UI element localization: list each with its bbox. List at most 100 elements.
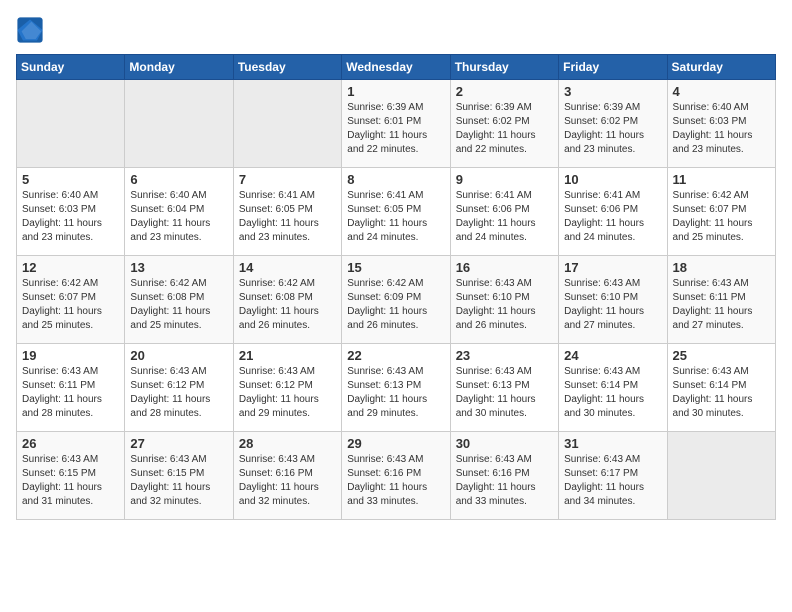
day-info: Sunrise: 6:41 AM Sunset: 6:05 PM Dayligh… bbox=[239, 189, 336, 245]
day-info: Sunrise: 6:43 AM Sunset: 6:15 PM Dayligh… bbox=[130, 453, 227, 509]
day-info: Sunrise: 6:43 AM Sunset: 6:17 PM Dayligh… bbox=[564, 453, 661, 509]
calendar-cell: 7 Sunrise: 6:41 AM Sunset: 6:05 PM Daylig… bbox=[233, 168, 341, 256]
weekday-header-friday: Friday bbox=[559, 55, 667, 80]
day-info: Sunrise: 6:43 AM Sunset: 6:12 PM Dayligh… bbox=[239, 365, 336, 421]
day-number: 12 bbox=[22, 260, 119, 275]
calendar-cell: 12 Sunrise: 6:42 AM Sunset: 6:07 PM Dayli… bbox=[17, 256, 125, 344]
calendar-week-5: 26 Sunrise: 6:43 AM Sunset: 6:15 PM Dayli… bbox=[17, 432, 776, 520]
page-header bbox=[16, 16, 776, 44]
day-info: Sunrise: 6:40 AM Sunset: 6:03 PM Dayligh… bbox=[22, 189, 119, 245]
day-info: Sunrise: 6:43 AM Sunset: 6:11 PM Dayligh… bbox=[22, 365, 119, 421]
logo bbox=[16, 16, 48, 44]
day-number: 16 bbox=[456, 260, 553, 275]
calendar-cell: 9Sunrise: 6:41 AM Sunset: 6:06 PM Daylig… bbox=[450, 168, 558, 256]
day-info: Sunrise: 6:42 AM Sunset: 6:07 PM Dayligh… bbox=[673, 189, 770, 245]
calendar-cell: 21Sunrise: 6:43 AM Sunset: 6:12 PM Dayli… bbox=[233, 344, 341, 432]
weekday-header-thursday: Thursday bbox=[450, 55, 558, 80]
day-number: 24 bbox=[564, 348, 661, 363]
weekday-header-monday: Monday bbox=[125, 55, 233, 80]
calendar-table: SundayMondayTuesdayWednesdayThursdayFrid… bbox=[16, 54, 776, 520]
day-number: 2 bbox=[456, 84, 553, 99]
day-number: 10 bbox=[564, 172, 661, 187]
day-number: 1 bbox=[347, 84, 444, 99]
calendar-cell: 13Sunrise: 6:42 AM Sunset: 6:08 PM Dayli… bbox=[125, 256, 233, 344]
day-number: 14 bbox=[239, 260, 336, 275]
calendar-cell: 18 Sunrise: 6:43 AM Sunset: 6:11 PM Dayli… bbox=[667, 256, 775, 344]
calendar-week-1: 1 Sunrise: 6:39 AM Sunset: 6:01 PM Daylig… bbox=[17, 80, 776, 168]
day-info: Sunrise: 6:43 AM Sunset: 6:13 PM Dayligh… bbox=[347, 365, 444, 421]
calendar-cell: 16 Sunrise: 6:43 AM Sunset: 6:10 PM Dayli… bbox=[450, 256, 558, 344]
day-info: Sunrise: 6:40 AM Sunset: 6:04 PM Dayligh… bbox=[130, 189, 227, 245]
day-info: Sunrise: 6:42 AM Sunset: 6:09 PM Dayligh… bbox=[347, 277, 444, 333]
day-number: 18 bbox=[673, 260, 770, 275]
day-info: Sunrise: 6:43 AM Sunset: 6:11 PM Dayligh… bbox=[673, 277, 770, 333]
day-info: Sunrise: 6:43 AM Sunset: 6:10 PM Dayligh… bbox=[456, 277, 553, 333]
calendar-cell: 23 Sunrise: 6:43 AM Sunset: 6:13 PM Dayli… bbox=[450, 344, 558, 432]
calendar-cell: 11 Sunrise: 6:42 AM Sunset: 6:07 PM Dayli… bbox=[667, 168, 775, 256]
day-number: 29 bbox=[347, 436, 444, 451]
calendar-cell: 27Sunrise: 6:43 AM Sunset: 6:15 PM Dayli… bbox=[125, 432, 233, 520]
day-info: Sunrise: 6:42 AM Sunset: 6:08 PM Dayligh… bbox=[239, 277, 336, 333]
day-number: 20 bbox=[130, 348, 227, 363]
calendar-cell: 17Sunrise: 6:43 AM Sunset: 6:10 PM Dayli… bbox=[559, 256, 667, 344]
calendar-cell: 20Sunrise: 6:43 AM Sunset: 6:12 PM Dayli… bbox=[125, 344, 233, 432]
day-info: Sunrise: 6:43 AM Sunset: 6:13 PM Dayligh… bbox=[456, 365, 553, 421]
calendar-cell: 26 Sunrise: 6:43 AM Sunset: 6:15 PM Dayli… bbox=[17, 432, 125, 520]
day-info: Sunrise: 6:39 AM Sunset: 6:02 PM Dayligh… bbox=[456, 101, 553, 157]
calendar-cell: 1 Sunrise: 6:39 AM Sunset: 6:01 PM Daylig… bbox=[342, 80, 450, 168]
day-number: 30 bbox=[456, 436, 553, 451]
day-number: 11 bbox=[673, 172, 770, 187]
logo-icon bbox=[16, 16, 44, 44]
day-number: 3 bbox=[564, 84, 661, 99]
calendar-cell: 4Sunrise: 6:40 AM Sunset: 6:03 PM Daylig… bbox=[667, 80, 775, 168]
day-number: 13 bbox=[130, 260, 227, 275]
day-number: 25 bbox=[673, 348, 770, 363]
day-info: Sunrise: 6:39 AM Sunset: 6:02 PM Dayligh… bbox=[564, 101, 661, 157]
day-number: 28 bbox=[239, 436, 336, 451]
day-number: 22 bbox=[347, 348, 444, 363]
calendar-body: 1 Sunrise: 6:39 AM Sunset: 6:01 PM Daylig… bbox=[17, 80, 776, 520]
day-info: Sunrise: 6:43 AM Sunset: 6:15 PM Dayligh… bbox=[22, 453, 119, 509]
day-info: Sunrise: 6:41 AM Sunset: 6:05 PM Dayligh… bbox=[347, 189, 444, 245]
day-number: 8 bbox=[347, 172, 444, 187]
day-number: 4 bbox=[673, 84, 770, 99]
day-info: Sunrise: 6:43 AM Sunset: 6:14 PM Dayligh… bbox=[673, 365, 770, 421]
calendar-cell bbox=[667, 432, 775, 520]
calendar-cell: 30 Sunrise: 6:43 AM Sunset: 6:16 PM Dayli… bbox=[450, 432, 558, 520]
calendar-cell: 3 Sunrise: 6:39 AM Sunset: 6:02 PM Daylig… bbox=[559, 80, 667, 168]
day-number: 7 bbox=[239, 172, 336, 187]
calendar-cell: 24 Sunrise: 6:43 AM Sunset: 6:14 PM Dayli… bbox=[559, 344, 667, 432]
day-info: Sunrise: 6:43 AM Sunset: 6:14 PM Dayligh… bbox=[564, 365, 661, 421]
day-info: Sunrise: 6:42 AM Sunset: 6:07 PM Dayligh… bbox=[22, 277, 119, 333]
day-number: 26 bbox=[22, 436, 119, 451]
day-info: Sunrise: 6:41 AM Sunset: 6:06 PM Dayligh… bbox=[564, 189, 661, 245]
calendar-cell: 14 Sunrise: 6:42 AM Sunset: 6:08 PM Dayli… bbox=[233, 256, 341, 344]
calendar-cell: 2 Sunrise: 6:39 AM Sunset: 6:02 PM Daylig… bbox=[450, 80, 558, 168]
day-info: Sunrise: 6:43 AM Sunset: 6:16 PM Dayligh… bbox=[456, 453, 553, 509]
day-info: Sunrise: 6:43 AM Sunset: 6:10 PM Dayligh… bbox=[564, 277, 661, 333]
day-number: 23 bbox=[456, 348, 553, 363]
day-number: 15 bbox=[347, 260, 444, 275]
calendar-header: SundayMondayTuesdayWednesdayThursdayFrid… bbox=[17, 55, 776, 80]
weekday-header-tuesday: Tuesday bbox=[233, 55, 341, 80]
calendar-cell: 15 Sunrise: 6:42 AM Sunset: 6:09 PM Dayli… bbox=[342, 256, 450, 344]
calendar-cell: 5Sunrise: 6:40 AM Sunset: 6:03 PM Daylig… bbox=[17, 168, 125, 256]
calendar-cell: 10 Sunrise: 6:41 AM Sunset: 6:06 PM Dayli… bbox=[559, 168, 667, 256]
calendar-week-4: 19Sunrise: 6:43 AM Sunset: 6:11 PM Dayli… bbox=[17, 344, 776, 432]
calendar-cell: 28 Sunrise: 6:43 AM Sunset: 6:16 PM Dayli… bbox=[233, 432, 341, 520]
calendar-cell bbox=[17, 80, 125, 168]
calendar-cell: 31 Sunrise: 6:43 AM Sunset: 6:17 PM Dayli… bbox=[559, 432, 667, 520]
calendar-cell: 22 Sunrise: 6:43 AM Sunset: 6:13 PM Dayli… bbox=[342, 344, 450, 432]
calendar-cell bbox=[233, 80, 341, 168]
calendar-cell: 8 Sunrise: 6:41 AM Sunset: 6:05 PM Daylig… bbox=[342, 168, 450, 256]
weekday-header-row: SundayMondayTuesdayWednesdayThursdayFrid… bbox=[17, 55, 776, 80]
calendar-cell: 6Sunrise: 6:40 AM Sunset: 6:04 PM Daylig… bbox=[125, 168, 233, 256]
day-info: Sunrise: 6:39 AM Sunset: 6:01 PM Dayligh… bbox=[347, 101, 444, 157]
weekday-header-wednesday: Wednesday bbox=[342, 55, 450, 80]
calendar-week-3: 12 Sunrise: 6:42 AM Sunset: 6:07 PM Dayli… bbox=[17, 256, 776, 344]
calendar-cell: 25 Sunrise: 6:43 AM Sunset: 6:14 PM Dayli… bbox=[667, 344, 775, 432]
calendar-week-2: 5Sunrise: 6:40 AM Sunset: 6:03 PM Daylig… bbox=[17, 168, 776, 256]
day-info: Sunrise: 6:43 AM Sunset: 6:16 PM Dayligh… bbox=[239, 453, 336, 509]
day-number: 31 bbox=[564, 436, 661, 451]
calendar-cell bbox=[125, 80, 233, 168]
